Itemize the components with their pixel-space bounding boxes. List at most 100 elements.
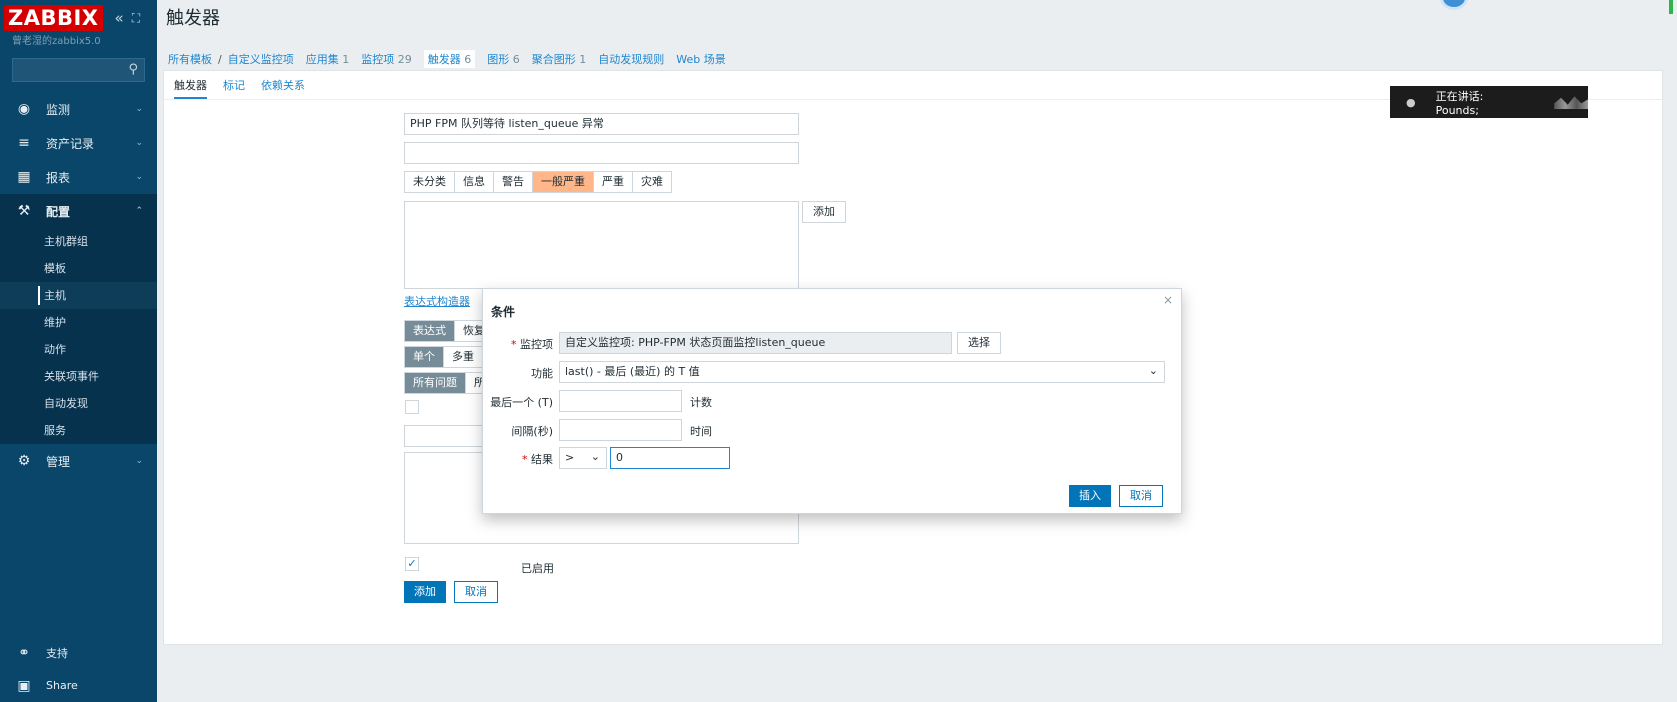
breadcrumb-count: 1 bbox=[579, 53, 587, 66]
last-t-suffix: 计数 bbox=[690, 396, 712, 409]
breadcrumb-triggers[interactable]: 触发器 6 bbox=[423, 50, 476, 68]
severity-disaster[interactable]: 灾难 bbox=[633, 172, 671, 192]
dialog-select-button[interactable]: 选择 bbox=[957, 332, 1001, 354]
menu-item-configuration[interactable]: ⚒ 配置 ⌃ bbox=[0, 194, 157, 228]
zabbix-logo[interactable]: ZABBIX bbox=[4, 5, 103, 31]
cancel-button[interactable]: 取消 bbox=[454, 581, 498, 603]
bar-chart-icon: ▦ bbox=[17, 169, 31, 185]
function-select[interactable]: last() - 最后 (最近) 的 T 值 ⌄ bbox=[559, 361, 1165, 383]
menu-label: 报表 bbox=[46, 170, 71, 185]
audio-wave-icon bbox=[1554, 96, 1588, 109]
enabled-label: 已启用 bbox=[521, 562, 554, 575]
interval-input[interactable] bbox=[559, 419, 682, 441]
severity-information[interactable]: 信息 bbox=[455, 172, 494, 192]
voice-chat-overlay: ● 正在讲话: Pounds; bbox=[1390, 86, 1588, 118]
breadcrumb-applications[interactable]: 应用集 1 bbox=[306, 51, 350, 67]
wrench-icon: ⚒ bbox=[17, 203, 31, 219]
form-tabs: 触发器 标记 依赖关系 bbox=[174, 77, 305, 99]
submenu-item-host-groups[interactable]: 主机群组 bbox=[0, 228, 157, 255]
severity-average[interactable]: 一般严重 bbox=[533, 172, 594, 192]
chevron-up-icon: ⌃ bbox=[135, 206, 143, 216]
expression-builder-link[interactable]: 表达式构造器 bbox=[404, 293, 470, 309]
breadcrumb-template[interactable]: 自定义监控项 bbox=[228, 51, 294, 67]
search-icon[interactable]: ⚲ bbox=[128, 62, 138, 77]
dialog-function-label: 功能 bbox=[531, 367, 553, 380]
menu-label: Share bbox=[46, 679, 78, 692]
expression-add-button[interactable]: 添加 bbox=[802, 201, 846, 223]
chevron-down-icon: ⌄ bbox=[135, 456, 143, 466]
menu-label: 监测 bbox=[46, 102, 71, 117]
breadcrumb: 所有模板 / 自定义监控项 应用集 1 监控项 29 触发器 6 图形 6 聚合… bbox=[168, 50, 726, 68]
kiosk-mode-icon[interactable]: ⛶ bbox=[132, 11, 140, 26]
severity-high[interactable]: 严重 bbox=[594, 172, 633, 192]
breadcrumb-count: 6 bbox=[464, 53, 472, 66]
breadcrumb-separator: / bbox=[218, 52, 222, 66]
breadcrumb-label: 触发器 bbox=[427, 53, 461, 66]
submenu-item-services[interactable]: 服务 bbox=[0, 417, 157, 444]
breadcrumb-web-scenarios[interactable]: Web 场景 bbox=[676, 51, 725, 67]
problem-mode-selector: 单个 多重 bbox=[404, 346, 483, 368]
menu-item-administration[interactable]: ⚙ 管理 ⌄ bbox=[0, 444, 157, 478]
breadcrumb-items[interactable]: 监控项 29 bbox=[361, 51, 412, 67]
manual-close-checkbox[interactable] bbox=[405, 400, 419, 414]
dialog-cancel-button[interactable]: 取消 bbox=[1119, 485, 1163, 507]
list-icon: ≡ bbox=[18, 135, 30, 151]
menu-item-monitoring[interactable]: ◉ 监测 ⌄ bbox=[0, 92, 157, 126]
problem-mode-multiple[interactable]: 多重 bbox=[444, 347, 482, 367]
result-value-input[interactable]: 0 bbox=[610, 447, 730, 469]
close-icon[interactable]: × bbox=[1163, 293, 1173, 307]
breadcrumb-graphs[interactable]: 图形 6 bbox=[487, 51, 520, 67]
interval-suffix: 时间 bbox=[690, 425, 712, 438]
voice-status-text: 正在讲话: Pounds; bbox=[1435, 89, 1484, 117]
server-name: 曾老湿的zabbix5.0 bbox=[12, 36, 101, 47]
add-button[interactable]: 添加 bbox=[404, 581, 446, 603]
menu-item-share[interactable]: ▣ Share bbox=[0, 669, 157, 702]
sidebar-header: ZABBIX « ⛶ bbox=[0, 0, 157, 36]
dialog-item-label: 监控项 bbox=[483, 336, 553, 352]
expression-textarea[interactable] bbox=[404, 201, 799, 289]
menu-item-support[interactable]: ⚭ 支持 bbox=[0, 636, 157, 669]
menu-item-inventory[interactable]: ≡ 资产记录 ⌄ bbox=[0, 126, 157, 160]
enabled-checkbox[interactable]: ✓ bbox=[405, 557, 419, 571]
dialog-result-label: 结果 bbox=[483, 451, 553, 467]
sidebar-search-input[interactable]: ⚲ bbox=[12, 58, 145, 82]
tab-trigger[interactable]: 触发器 bbox=[174, 77, 207, 99]
submenu-item-hosts[interactable]: 主机 bbox=[0, 282, 157, 309]
submenu-item-maintenance[interactable]: 维护 bbox=[0, 309, 157, 336]
submenu-item-event-correlation[interactable]: 关联项事件 bbox=[0, 363, 157, 390]
dialog-item-field: 自定义监控项: PHP-FPM 状态页面监控listen_queue bbox=[559, 332, 952, 354]
submenu-item-actions[interactable]: 动作 bbox=[0, 336, 157, 363]
severity-not-classified[interactable]: 未分类 bbox=[405, 172, 455, 192]
ok-event-expression[interactable]: 表达式 bbox=[405, 321, 455, 341]
ok-close-all-problems[interactable]: 所有问题 bbox=[405, 373, 466, 393]
eye-icon: ◉ bbox=[17, 101, 31, 117]
dialog-last-label: 最后一个 (T) bbox=[490, 396, 553, 409]
breadcrumb-all-templates[interactable]: 所有模板 bbox=[168, 51, 212, 67]
problem-mode-single[interactable]: 单个 bbox=[405, 347, 444, 367]
severity-warning[interactable]: 警告 bbox=[494, 172, 533, 192]
sidebar: ZABBIX « ⛶ 曾老湿的zabbix5.0 ⚲ ◉ 监测 ⌄ ≡ 资产记录… bbox=[0, 0, 157, 702]
dialog-interval-label: 间隔(秒) bbox=[511, 425, 553, 438]
submenu-item-discovery[interactable]: 自动发现 bbox=[0, 390, 157, 417]
menu-label: 管理 bbox=[46, 454, 71, 469]
last-t-input[interactable] bbox=[559, 390, 682, 412]
result-operator-select[interactable]: > ⌄ bbox=[559, 447, 607, 469]
chevron-down-icon: ⌄ bbox=[590, 450, 600, 463]
collapse-sidebar-icon[interactable]: « bbox=[115, 9, 124, 27]
breadcrumb-screens[interactable]: 聚合图形 1 bbox=[532, 51, 587, 67]
chevron-down-icon: ⌄ bbox=[135, 138, 143, 148]
menu-item-reports[interactable]: ▦ 报表 ⌄ bbox=[0, 160, 157, 194]
tab-tags[interactable]: 标记 bbox=[223, 77, 245, 99]
gear-icon: ⚙ bbox=[17, 453, 31, 469]
breadcrumb-label: 应用集 bbox=[305, 53, 339, 66]
menu-label: 配置 bbox=[46, 204, 71, 219]
tab-dependencies[interactable]: 依赖关系 bbox=[261, 77, 305, 99]
opdata-input[interactable] bbox=[404, 142, 799, 164]
breadcrumb-discovery-rules[interactable]: 自动发现规则 bbox=[598, 51, 664, 67]
severity-selector: 未分类 信息 警告 一般严重 严重 灾难 bbox=[404, 171, 672, 193]
name-input[interactable]: PHP FPM 队列等待 listen_queue 异常 bbox=[404, 113, 799, 135]
condition-dialog: 条件 × 监控项 自定义监控项: PHP-FPM 状态页面监控listen_qu… bbox=[482, 288, 1182, 514]
submenu-item-templates[interactable]: 模板 bbox=[0, 255, 157, 282]
avatar[interactable] bbox=[1440, 0, 1468, 10]
insert-button[interactable]: 插入 bbox=[1069, 485, 1111, 507]
